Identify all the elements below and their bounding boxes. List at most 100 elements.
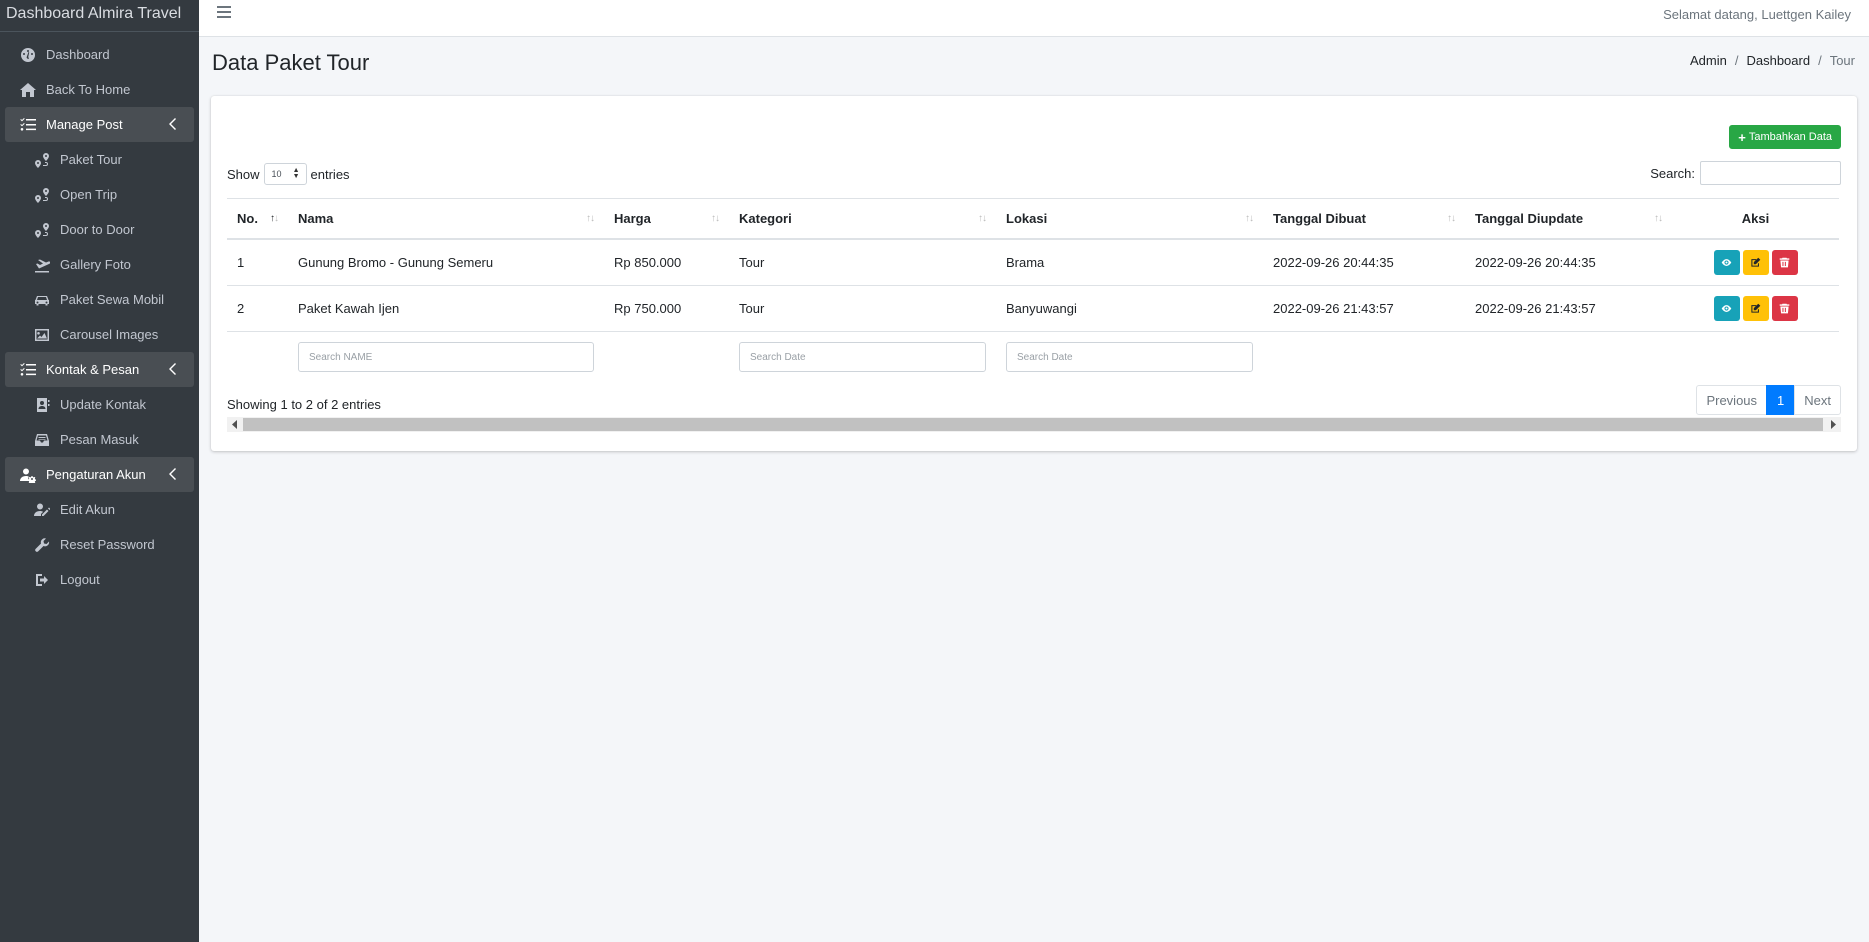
tachometer-icon — [19, 47, 37, 63]
image-icon — [33, 327, 51, 343]
sidebar-item-dashboard[interactable]: Dashboard — [5, 37, 194, 72]
breadcrumb-admin[interactable]: Admin — [1690, 53, 1727, 68]
cell-aksi — [1672, 240, 1839, 285]
edit-button[interactable] — [1742, 296, 1769, 321]
sidebar-item-pesan-masuk[interactable]: Pesan Masuk — [5, 422, 194, 457]
sort-icon: ↑↓ — [586, 213, 595, 224]
user-cog-icon — [19, 467, 37, 483]
cell-lokasi: Banyuwangi — [1006, 301, 1077, 316]
delete-button[interactable] — [1771, 250, 1798, 275]
cell-aksi — [1672, 286, 1839, 331]
sort-icon: ↑↓ — [1447, 213, 1456, 224]
address-book-icon — [33, 397, 51, 413]
previous-button[interactable]: Previous — [1696, 385, 1768, 415]
breadcrumb: Admin / Dashboard / Tour — [1690, 53, 1855, 68]
sidebar-item-label: Gallery Foto — [60, 257, 131, 272]
plus-icon: + — [1738, 129, 1746, 145]
add-data-button[interactable]: + Tambahkan Data — [1729, 125, 1841, 149]
sidebar-item-gallery-foto[interactable]: Gallery Foto — [5, 247, 194, 282]
scroll-left-icon[interactable] — [228, 418, 242, 431]
brand-title[interactable]: Dashboard Almira Travel — [0, 0, 199, 32]
col-header-kategori[interactable]: Kategori ↑↓ — [729, 199, 996, 238]
horizontal-scrollbar[interactable] — [227, 417, 1841, 432]
sidebar-item-logout[interactable]: Logout — [5, 562, 194, 597]
car-icon — [33, 292, 51, 308]
sidebar-item-kontak-pesan[interactable]: Kontak & Pesan — [5, 352, 194, 387]
top-navbar: Selamat datang, Luettgen Kailey — [199, 0, 1869, 37]
sidebar-item-door-to-door[interactable]: Door to Door — [5, 212, 194, 247]
table-info: Showing 1 to 2 of 2 entries — [227, 397, 381, 412]
select-arrows-icon: ▲ ▼ — [292, 167, 300, 180]
page-length-value: 10 — [271, 169, 282, 179]
col-header-harga[interactable]: Harga ↑↓ — [604, 199, 729, 238]
breadcrumb-tour: Tour — [1829, 53, 1855, 68]
inbox-icon — [33, 432, 51, 448]
col-header-tanggal-diupdate[interactable]: Tanggal Diupdate ↑↓ — [1465, 199, 1672, 238]
trash-icon — [1779, 257, 1790, 268]
plane-icon — [33, 257, 51, 273]
filter-row: Search NAME Search Date Search Date — [227, 332, 1839, 382]
hamburger-menu-icon[interactable] — [217, 6, 231, 20]
breadcrumb-dashboard[interactable]: Dashboard — [1746, 53, 1810, 68]
col-header-aksi: Aksi — [1741, 211, 1770, 226]
route-icon — [33, 222, 51, 238]
sidebar-item-carousel-images[interactable]: Carousel Images — [5, 317, 194, 352]
sidebar-item-back-to-home[interactable]: Back To Home — [5, 72, 194, 107]
filter-nama-input[interactable]: Search NAME — [298, 342, 594, 372]
sidebar-item-paket-sewa-mobil[interactable]: Paket Sewa Mobil — [5, 282, 194, 317]
sidebar-item-label: Paket Tour — [60, 152, 122, 167]
cell-nama: Gunung Bromo - Gunung Semeru — [298, 255, 494, 270]
sidebar-item-paket-tour[interactable]: Paket Tour — [5, 142, 194, 177]
view-button[interactable] — [1713, 296, 1740, 321]
eye-icon — [1721, 305, 1732, 312]
sidebar-item-edit-akun[interactable]: Edit Akun — [5, 492, 194, 527]
page-1-button[interactable]: 1 — [1766, 385, 1796, 415]
pagination: Previous 1 Next — [1696, 385, 1841, 415]
col-header-lokasi[interactable]: Lokasi ↑↓ — [996, 199, 1263, 238]
home-icon — [19, 82, 37, 98]
sidebar-item-reset-password[interactable]: Reset Password — [5, 527, 194, 562]
sidebar-item-label: Kontak & Pesan — [46, 362, 140, 377]
route-icon — [33, 187, 51, 203]
view-button[interactable] — [1713, 250, 1740, 275]
col-header-no[interactable]: No. ↑↓ — [227, 199, 288, 238]
chevron-left-icon — [168, 117, 176, 131]
scroll-right-icon[interactable] — [1826, 418, 1840, 431]
filter-lokasi-input[interactable]: Search Date — [1006, 342, 1253, 372]
search-input[interactable] — [1700, 161, 1841, 185]
delete-button[interactable] — [1771, 296, 1798, 321]
sidebar-item-label: Dashboard — [46, 47, 110, 62]
sidebar-item-label: Pesan Masuk — [60, 432, 139, 447]
col-header-tanggal-dibuat[interactable]: Tanggal Dibuat ↑↓ — [1263, 199, 1465, 238]
cell-harga: Rp 750.000 — [614, 301, 682, 316]
wrench-icon — [33, 537, 51, 553]
sidebar-item-label: Logout — [60, 572, 100, 587]
sort-icon: ↑↓ — [978, 213, 987, 224]
scrollbar-thumb[interactable] — [243, 418, 1823, 431]
list-check-icon — [19, 362, 37, 378]
cell-harga: Rp 850.000 — [614, 255, 682, 270]
show-label: Show — [227, 166, 260, 182]
sidebar-item-pengaturan-akun[interactable]: Pengaturan Akun — [5, 457, 194, 492]
cell-tanggal-diupdate: 2022-09-26 20:44:35 — [1475, 255, 1596, 270]
table-search: Search: — [1650, 161, 1841, 185]
list-check-icon — [19, 117, 37, 133]
page-length-select[interactable]: 10 ▲ ▼ — [263, 163, 307, 185]
cell-tanggal-dibuat: 2022-09-26 21:43:57 — [1273, 301, 1394, 316]
sidebar: Dashboard Almira Travel Dashboard Back T… — [0, 0, 199, 942]
filter-kategori-input[interactable]: Search Date — [739, 342, 986, 372]
sidebar-item-open-trip[interactable]: Open Trip — [5, 177, 194, 212]
col-header-nama[interactable]: Nama ↑↓ — [288, 199, 604, 238]
cell-kategori: Tour — [739, 301, 765, 316]
next-button[interactable]: Next — [1794, 385, 1841, 415]
sidebar-item-label: Update Kontak — [60, 397, 147, 412]
sidebar-item-label: Pengaturan Akun — [46, 467, 146, 482]
show-entries: Show 10 ▲ ▼ entries — [227, 163, 350, 185]
sidebar-item-update-kontak[interactable]: Update Kontak — [5, 387, 194, 422]
sidebar-item-manage-post[interactable]: Manage Post — [5, 107, 194, 142]
breadcrumb-separator: / — [1734, 53, 1739, 68]
sidebar-item-label: Open Trip — [60, 187, 118, 202]
add-data-label: Tambahkan Data — [1748, 131, 1832, 143]
edit-button[interactable] — [1742, 250, 1769, 275]
sidebar-item-label: Edit Akun — [60, 502, 115, 517]
